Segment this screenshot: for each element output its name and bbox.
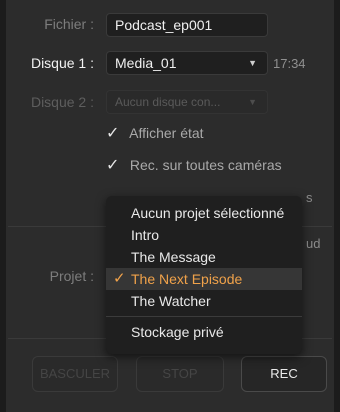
menu-item-label: Aucun projet sélectionné [131, 205, 285, 221]
menu-item-label: The Watcher [131, 293, 211, 309]
stop-button[interactable]: STOP [136, 356, 224, 392]
checkbox-afficher-etat[interactable]: ✓ Afficher état [106, 123, 204, 143]
projet-label: Projet : [49, 268, 94, 284]
menu-item-label: Intro [131, 227, 160, 243]
disque2-label: Disque 2 : [30, 94, 94, 110]
menu-item-label: The Message [131, 249, 216, 265]
checkmark-icon: ✓ [106, 125, 120, 142]
panel-right-edge [334, 0, 340, 412]
projet-dropdown-menu[interactable]: Aucun projet sélectionné Intro The Messa… [106, 196, 302, 354]
fichier-value: Podcast_ep001 [115, 17, 213, 33]
hidden-option-fragment: ud [306, 236, 321, 251]
checkmark-icon: ✓ [106, 157, 120, 174]
checkbox-rec-toutes-cameras[interactable]: ✓ Rec. sur toutes caméras [106, 155, 282, 175]
menu-item-the-message[interactable]: The Message [106, 246, 302, 268]
checkbox-afficher-etat-label: Afficher état [129, 125, 204, 141]
fichier-label: Fichier : [44, 16, 94, 32]
menu-item-label: The Next Episode [131, 271, 243, 287]
disque1-label: Disque 1 : [30, 55, 94, 71]
checkbox-rec-toutes-cameras-label: Rec. sur toutes caméras [129, 157, 282, 173]
recording-settings-panel: Fichier : Podcast_ep001 Disque 1 : Media… [0, 0, 340, 412]
chevron-down-icon: ▼ [248, 58, 257, 68]
fichier-input[interactable]: Podcast_ep001 [106, 13, 268, 37]
disque2-placeholder: Aucun disque con... [115, 95, 221, 109]
checkmark-icon: ✓ [113, 270, 126, 287]
disque1-value: Media_01 [115, 55, 177, 71]
menu-item-intro[interactable]: Intro [106, 224, 302, 246]
menu-item-the-next-episode[interactable]: ✓ The Next Episode [106, 268, 302, 290]
rec-button[interactable]: REC [241, 356, 327, 392]
menu-item-the-watcher[interactable]: The Watcher [106, 290, 302, 312]
disque1-remaining-time: 17:34 [273, 56, 306, 71]
hidden-checkbox-label-fragment: s [306, 190, 313, 205]
basculer-button[interactable]: BASCULER [32, 356, 118, 392]
disque1-select[interactable]: Media_01 ▼ [106, 51, 268, 75]
disque2-select[interactable]: Aucun disque con... ▼ [106, 90, 268, 114]
menu-item-stockage-prive[interactable]: Stockage privé [106, 321, 302, 343]
menu-item-aucun-projet[interactable]: Aucun projet sélectionné [106, 202, 302, 224]
menu-item-label: Stockage privé [131, 324, 224, 340]
chevron-down-icon: ▼ [248, 97, 257, 107]
menu-separator [106, 316, 302, 317]
